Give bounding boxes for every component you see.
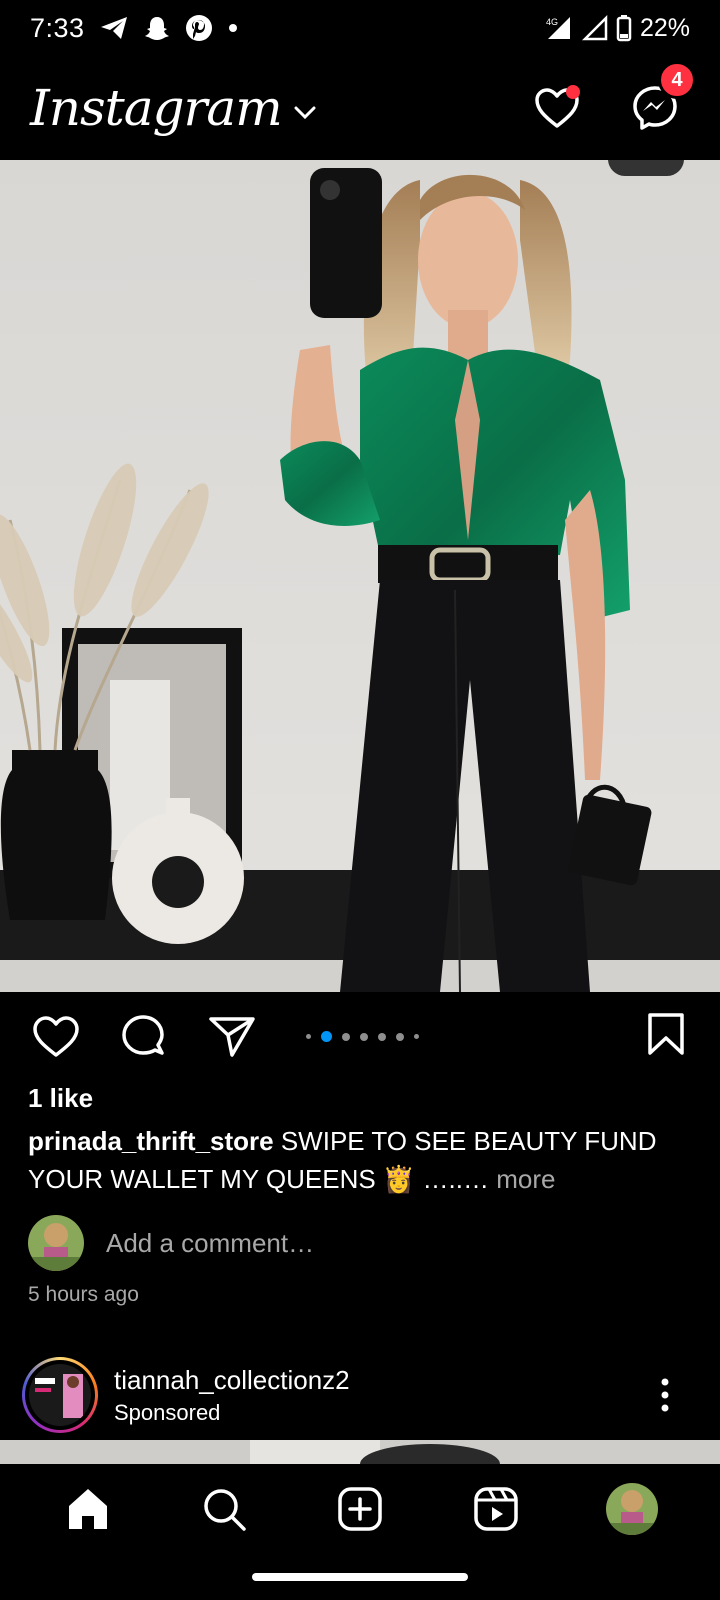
next-post-image[interactable] — [0, 1440, 720, 1464]
comment-button[interactable] — [118, 1011, 170, 1063]
post-image[interactable] — [0, 160, 720, 992]
carousel-dot — [360, 1032, 368, 1041]
carousel-dot-active — [321, 1031, 332, 1042]
cellular-4g-icon: 4G — [544, 15, 574, 41]
profile-avatar — [606, 1483, 658, 1535]
like-button[interactable] — [30, 1011, 82, 1063]
caption-username[interactable]: prinada_thrift_store — [28, 1126, 274, 1156]
dot-icon — [227, 22, 239, 34]
telegram-icon — [99, 15, 129, 41]
app-header: Instagram 4 — [0, 56, 720, 160]
avatar[interactable] — [28, 1215, 84, 1271]
messenger-badge: 4 — [658, 61, 696, 99]
carousel-dot — [378, 1032, 386, 1041]
snapchat-icon — [143, 14, 171, 42]
like-count[interactable]: 1 like — [28, 1083, 93, 1114]
story-ring[interactable] — [22, 1357, 98, 1433]
pinterest-icon — [185, 14, 213, 42]
post-photo-illustration — [0, 160, 720, 992]
search-icon — [204, 1489, 246, 1531]
nav-search[interactable] — [194, 1479, 254, 1539]
instagram-logo[interactable]: Instagram — [30, 79, 283, 137]
send-icon — [209, 1017, 255, 1057]
status-bar: 7:33 4G 22% — [0, 0, 720, 56]
status-time: 7:33 — [30, 12, 85, 43]
bottom-navigation — [0, 1464, 720, 1554]
kebab-icon — [661, 1378, 669, 1412]
more-options-button[interactable] — [650, 1375, 680, 1415]
carousel-dot — [306, 1034, 311, 1039]
carousel-dot — [396, 1032, 404, 1041]
share-button[interactable] — [206, 1011, 258, 1063]
nav-home[interactable] — [58, 1479, 118, 1539]
bookmark-icon — [648, 1013, 684, 1055]
caption-more-link[interactable]: more — [496, 1164, 555, 1194]
carousel-indicator — [306, 1031, 419, 1042]
carousel-count-pill — [608, 160, 684, 176]
avatar — [29, 1364, 91, 1426]
post-timestamp: 5 hours ago — [28, 1283, 139, 1306]
carousel-dot — [342, 1032, 350, 1041]
post-caption: prinada_thrift_store SWIPE TO SEE BEAUTY… — [28, 1122, 668, 1198]
home-indicator[interactable] — [252, 1573, 468, 1581]
comment-row: Add a comment… — [28, 1215, 314, 1271]
heart-icon — [33, 1016, 79, 1057]
create-icon — [338, 1487, 382, 1531]
svg-text:4G: 4G — [546, 17, 558, 27]
comment-input[interactable]: Add a comment… — [106, 1228, 314, 1259]
messenger-button[interactable]: 4 — [630, 61, 696, 133]
activity-unread-dot — [566, 85, 580, 99]
comment-icon — [122, 1015, 164, 1055]
save-button[interactable] — [646, 1012, 686, 1061]
battery-percentage: 22% — [639, 13, 690, 42]
cellular-signal-icon — [581, 15, 608, 41]
nav-profile[interactable] — [602, 1479, 662, 1539]
sponsored-label: Sponsored — [114, 1399, 221, 1425]
activity-button[interactable] — [532, 83, 582, 133]
next-post-header: tiannah_collectionz2 Sponsored — [0, 1350, 720, 1440]
reels-icon — [474, 1487, 518, 1531]
next-post-username[interactable]: tiannah_collectionz2 — [114, 1365, 350, 1396]
chevron-down-icon[interactable] — [294, 106, 316, 125]
nav-reels[interactable] — [466, 1479, 526, 1539]
battery-icon — [616, 14, 632, 42]
home-icon — [69, 1489, 107, 1529]
nav-create[interactable] — [330, 1479, 390, 1539]
carousel-dot — [414, 1034, 419, 1039]
